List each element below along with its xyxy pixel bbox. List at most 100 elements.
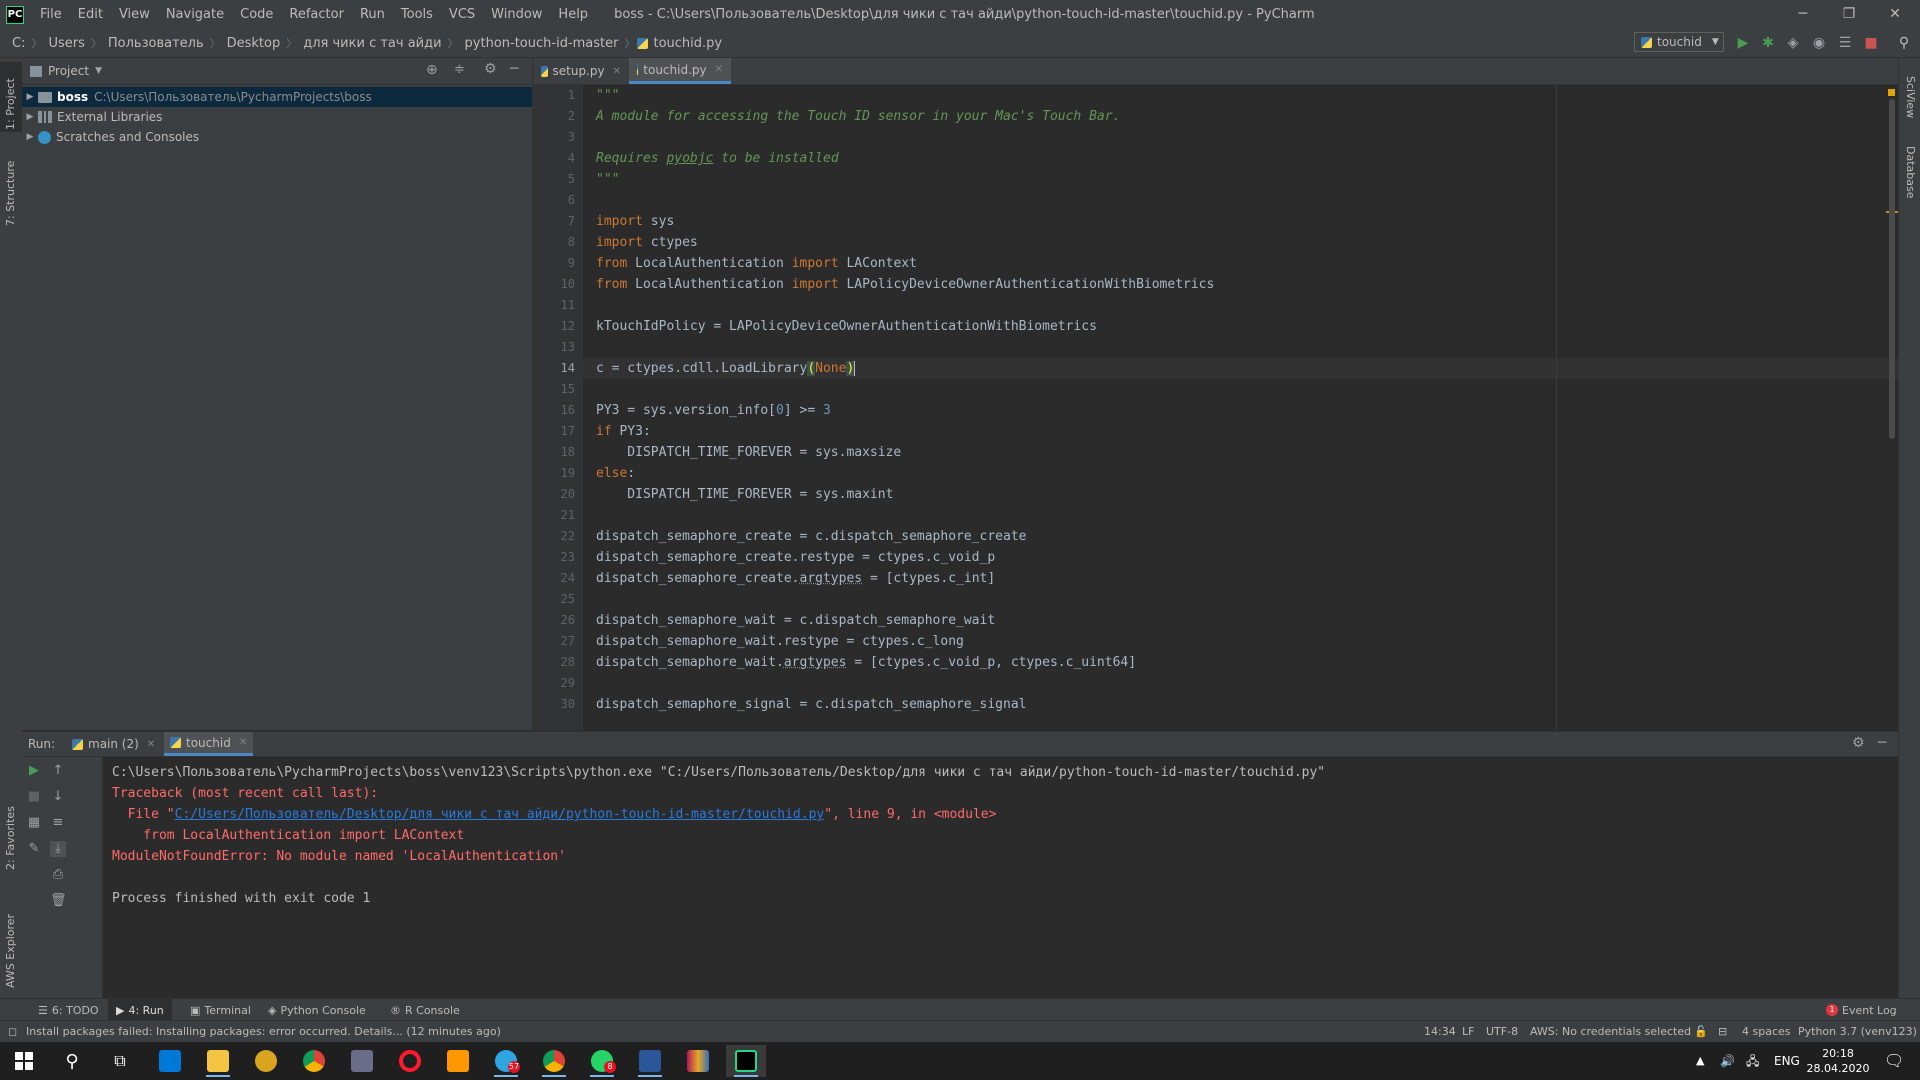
close-window-button[interactable]: ✕ — [1872, 0, 1918, 29]
tool-tab-python-console[interactable]: ◈ Python Console — [262, 999, 372, 1021]
warning-marker-icon[interactable] — [1888, 89, 1895, 96]
tree-item-scratches[interactable]: ▶ Scratches and Consoles — [22, 127, 532, 147]
start-button[interactable] — [4, 1045, 44, 1077]
taskbar-pycharm[interactable] — [726, 1045, 766, 1077]
memory-icon[interactable]: ⊟ — [1718, 1021, 1727, 1043]
search-button[interactable]: ⚲ — [52, 1045, 92, 1077]
taskbar-sublime[interactable] — [438, 1045, 478, 1077]
locate-icon[interactable]: ⊕ — [426, 62, 438, 78]
event-log-button[interactable]: 1 Event Log — [1820, 999, 1903, 1021]
expand-arrow-icon[interactable]: ▶ — [22, 132, 38, 142]
debug-icon[interactable]: ✱ — [1759, 34, 1777, 52]
scroll-down-icon[interactable]: ↓ — [50, 789, 66, 805]
rerun-icon[interactable]: ▶ — [26, 763, 42, 779]
maximize-button[interactable]: ❐ — [1826, 0, 1872, 29]
menu-code[interactable]: Code — [232, 0, 281, 29]
menu-help[interactable]: Help — [550, 0, 596, 29]
menu-file[interactable]: File — [32, 0, 70, 29]
layout-icon[interactable]: ▦ — [26, 815, 42, 831]
breadcrumb-drive[interactable]: C: — [8, 36, 29, 51]
gear-icon[interactable]: ⚙ — [484, 61, 497, 77]
tab-setup-py[interactable]: setup.py ✕ — [533, 58, 629, 84]
menu-refactor[interactable]: Refactor — [281, 0, 352, 29]
volume-icon[interactable]: 🔊 — [1720, 1042, 1735, 1080]
clock[interactable]: 20:18 28.04.2020 — [1806, 1046, 1870, 1076]
tool-tab-structure[interactable]: 7: Structure — [4, 161, 17, 226]
taskbar-store[interactable] — [150, 1045, 190, 1077]
status-message[interactable]: Install packages failed: Installing pack… — [26, 1021, 501, 1043]
collapse-all-icon[interactable]: ≑ — [454, 62, 465, 77]
python-interpreter[interactable]: Python 3.7 (venv123) — [1798, 1021, 1917, 1043]
build-icon[interactable]: ☰ — [1836, 34, 1854, 52]
indent-setting[interactable]: 4 spaces — [1742, 1021, 1791, 1043]
hide-panel-icon[interactable]: ─ — [510, 61, 518, 77]
stop-icon[interactable]: ■ — [1862, 34, 1880, 52]
scroll-up-icon[interactable]: ↑ — [50, 763, 66, 779]
tool-tab-run[interactable]: ▶ 4: Run — [108, 999, 172, 1021]
profile-icon[interactable]: ◉ — [1810, 34, 1828, 52]
taskbar-word[interactable] — [630, 1045, 670, 1077]
close-icon[interactable]: ✕ — [147, 739, 155, 750]
tool-tab-favorites[interactable]: 2: Favorites — [4, 806, 17, 870]
run-configuration-select[interactable]: touchid ▼ — [1634, 32, 1724, 52]
breadcrumb-project[interactable]: python-touch-id-master — [461, 36, 623, 51]
coverage-icon[interactable]: ◈ — [1784, 34, 1802, 52]
taskbar-app-w[interactable] — [246, 1045, 286, 1077]
breadcrumb-desktop[interactable]: Desktop — [223, 36, 285, 51]
taskbar-chrome[interactable] — [534, 1045, 574, 1077]
network-icon[interactable]: 🖧 — [1746, 1042, 1759, 1080]
task-view-button[interactable]: ⧉ — [100, 1045, 140, 1077]
minimize-button[interactable]: ─ — [1780, 0, 1826, 29]
pin-icon[interactable]: ✎ — [26, 841, 42, 857]
tool-tab-terminal[interactable]: ▣ Terminal — [184, 999, 257, 1021]
taskbar-explorer[interactable] — [198, 1045, 238, 1077]
soft-wrap-icon[interactable]: ≡ — [50, 815, 66, 831]
taskbar-opera[interactable] — [390, 1045, 430, 1077]
keyboard-language[interactable]: ENG — [1774, 1042, 1800, 1080]
print-icon[interactable]: ⎙ — [50, 867, 66, 883]
run-tab-main[interactable]: main (2) ✕ — [66, 732, 161, 756]
run-console-output[interactable]: C:\Users\Пользователь\PycharmProjects\bo… — [112, 762, 1892, 992]
code-editor[interactable]: """ A module for accessing the Touch ID … — [583, 85, 1898, 730]
close-icon[interactable]: ✕ — [613, 66, 621, 77]
search-icon[interactable]: ⚲ — [1895, 34, 1913, 52]
stop-icon[interactable]: ■ — [26, 789, 42, 805]
menu-run[interactable]: Run — [352, 0, 393, 29]
breadcrumb-user[interactable]: Пользователь — [104, 36, 208, 51]
cursor-position[interactable]: 14:34 — [1424, 1021, 1456, 1043]
tab-touchid-py[interactable]: touchid.py ✕ — [629, 58, 731, 84]
trash-icon[interactable]: 🗑 — [50, 893, 67, 909]
tree-item-external-libraries[interactable]: ▶ External Libraries — [22, 107, 532, 127]
run-icon[interactable]: ▶ — [1734, 34, 1752, 52]
breadcrumb-file[interactable]: touchid.py — [653, 36, 726, 51]
status-layout-icon[interactable]: ◻ — [8, 1021, 17, 1043]
menu-tools[interactable]: Tools — [393, 0, 441, 29]
breadcrumb-users[interactable]: Users — [44, 36, 88, 51]
taskbar-app-grid[interactable] — [342, 1045, 382, 1077]
tool-tab-sciview[interactable]: SciView — [1904, 76, 1917, 118]
hide-panel-icon[interactable]: ─ — [1878, 735, 1886, 751]
aws-credentials[interactable]: AWS: No credentials selected — [1530, 1021, 1691, 1043]
close-icon[interactable]: ✕ — [239, 737, 247, 748]
gear-icon[interactable]: ⚙ — [1852, 735, 1865, 751]
line-separator[interactable]: LF — [1462, 1021, 1474, 1043]
tool-tab-project[interactable]: 1: Project — [4, 78, 17, 130]
file-encoding[interactable]: UTF-8 — [1486, 1021, 1518, 1043]
menu-vcs[interactable]: VCS — [441, 0, 483, 29]
notification-center-icon[interactable]: 🗨 — [1884, 1042, 1904, 1080]
taskbar-winrar[interactable] — [678, 1045, 718, 1077]
taskbar-whatsapp[interactable]: 8 — [582, 1045, 622, 1077]
tool-tab-aws-explorer[interactable]: AWS Explorer — [4, 914, 17, 988]
menu-view[interactable]: View — [111, 0, 158, 29]
menu-navigate[interactable]: Navigate — [158, 0, 232, 29]
expand-arrow-icon[interactable]: ▶ — [22, 92, 38, 102]
menu-window[interactable]: Window — [483, 0, 550, 29]
close-icon[interactable]: ✕ — [715, 64, 723, 75]
lock-icon[interactable]: 🔓 — [1694, 1021, 1708, 1043]
run-tab-touchid[interactable]: touchid ✕ — [164, 732, 254, 756]
menu-edit[interactable]: Edit — [70, 0, 111, 29]
tool-tab-database[interactable]: Database — [1904, 146, 1917, 199]
taskbar-chrome-old[interactable] — [294, 1045, 334, 1077]
chevron-down-icon[interactable]: ▼ — [95, 66, 102, 76]
tool-tab-r-console[interactable]: ® R Console — [384, 999, 466, 1021]
